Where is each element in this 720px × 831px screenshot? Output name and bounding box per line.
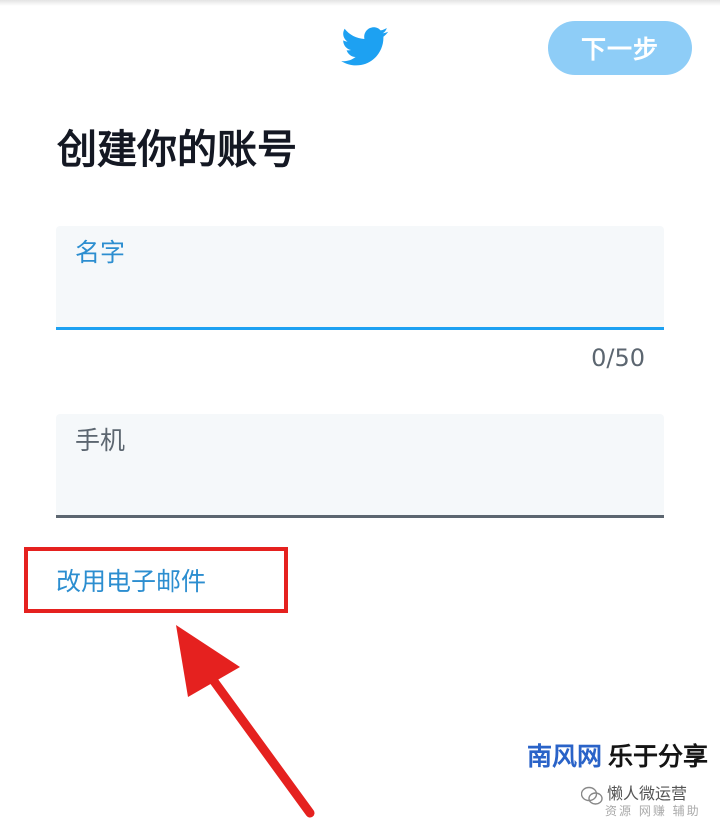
watermark-brand: 南风网 乐于分享 [527, 740, 708, 774]
page-title: 创建你的账号 [57, 127, 297, 173]
phone-input[interactable]: 手机 [56, 414, 664, 518]
watermark: 南风网 乐于分享 懒人微运营 资源 网赚 辅助 [527, 740, 717, 820]
name-character-counter: 0/50 [591, 344, 645, 372]
twitter-bird-icon [341, 27, 389, 66]
annotation-highlight-box [24, 547, 288, 613]
top-shadow [0, 0, 720, 6]
watermark-tagline: 资源 网赚 辅助 [605, 804, 701, 818]
watermark-brand-secondary: 乐于分享 [608, 742, 709, 771]
name-field-label: 名字 [75, 238, 126, 267]
phone-field-label: 手机 [75, 426, 126, 455]
next-button[interactable]: 下一步 [548, 21, 692, 75]
name-input[interactable]: 名字 [56, 226, 664, 330]
watermark-brand-primary: 南风网 [527, 742, 603, 771]
watermark-account: 懒人微运营 [607, 784, 688, 803]
red-arrow-icon [176, 625, 315, 818]
wechat-icon [581, 786, 603, 805]
